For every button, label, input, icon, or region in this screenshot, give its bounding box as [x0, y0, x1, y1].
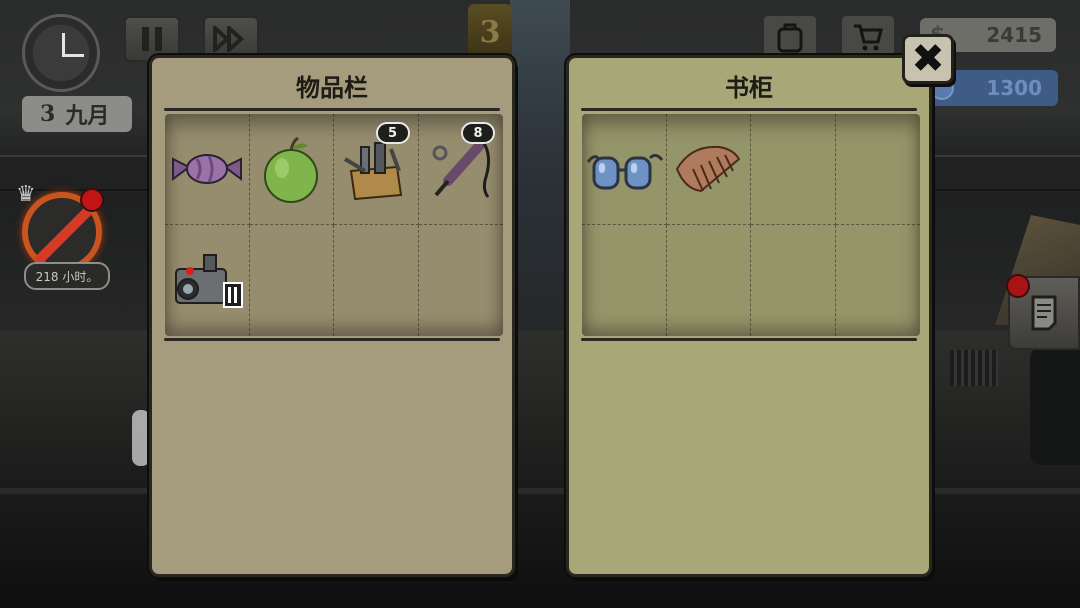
bookcase-slot[interactable] [582, 225, 667, 336]
bookcase-title: 书柜 [725, 74, 773, 102]
date-day: 3 [40, 101, 56, 127]
level-number: 3 [479, 14, 501, 50]
bookcase-slot[interactable] [835, 114, 920, 225]
inventory-slot[interactable] [249, 114, 334, 225]
scroll-icon [1031, 295, 1057, 331]
item-count-badge: 8 [461, 122, 495, 144]
divider [164, 338, 500, 341]
journal-button[interactable] [1006, 274, 1080, 350]
divider [581, 338, 917, 341]
bookcase-slot[interactable] [836, 225, 921, 336]
soldering-iron-icon [432, 140, 490, 198]
bookcase-panel: 书柜 [566, 55, 932, 577]
bookcase-slot[interactable] [667, 225, 751, 336]
bookcase-grid [582, 114, 920, 336]
inventory-slot[interactable]: 5 [334, 114, 419, 225]
inventory-slot[interactable]: 8 [418, 114, 503, 225]
divider [164, 108, 500, 111]
bookcase-slot[interactable] [666, 114, 751, 225]
clock-icon [22, 14, 100, 92]
alert-dot [80, 188, 104, 212]
camera-icon [174, 253, 243, 308]
date-month: 九月 [65, 103, 110, 129]
inventory-slot[interactable] [419, 225, 504, 336]
bookcase-slot[interactable] [751, 114, 836, 225]
inventory-title: 物品栏 [296, 74, 368, 102]
inventory-slot[interactable] [334, 225, 419, 336]
clock-minute-hand [62, 33, 65, 55]
inventory-slot[interactable] [250, 225, 334, 336]
pause-icon [142, 27, 162, 51]
bookcase-slot[interactable] [751, 225, 836, 336]
close-button[interactable]: ✖ [902, 34, 954, 84]
inventory-panel: 物品栏 5 8 [149, 55, 515, 577]
green-apple-icon [264, 136, 319, 203]
character-hand [132, 410, 150, 466]
comb-icon [676, 145, 741, 193]
candy-icon [171, 154, 242, 184]
date-display: 3 九月 [22, 96, 132, 132]
level-badge: 3 [468, 4, 512, 60]
toolbox-icon [343, 142, 402, 201]
gem-value: 1300 [986, 76, 1042, 100]
close-icon: ✖ [911, 36, 945, 82]
character-status-widget[interactable]: ♛ 218 小时。 [16, 182, 116, 292]
inventory-slot[interactable] [165, 225, 250, 336]
inventory-grid: 5 8 [165, 114, 503, 336]
clock-hour-hand [62, 54, 84, 57]
stove-silhouette [1030, 345, 1080, 465]
status-timer: 218 小时。 [24, 262, 110, 290]
money-value: 2415 [986, 23, 1042, 47]
shop-cart-button[interactable] [840, 14, 896, 60]
fast-forward-icon [213, 26, 244, 52]
cart-icon [854, 24, 883, 51]
alert-dot [1006, 274, 1030, 298]
item-count-badge: 5 [375, 122, 410, 144]
laurel-icon: ♛ [16, 182, 36, 207]
inventory-slot[interactable] [165, 114, 250, 225]
goggles-icon [586, 153, 663, 190]
backpack-button[interactable] [762, 14, 818, 60]
divider [581, 108, 917, 111]
bookcase-slot[interactable] [582, 114, 667, 225]
wall-vent [950, 350, 998, 386]
backpack-icon [777, 23, 803, 53]
